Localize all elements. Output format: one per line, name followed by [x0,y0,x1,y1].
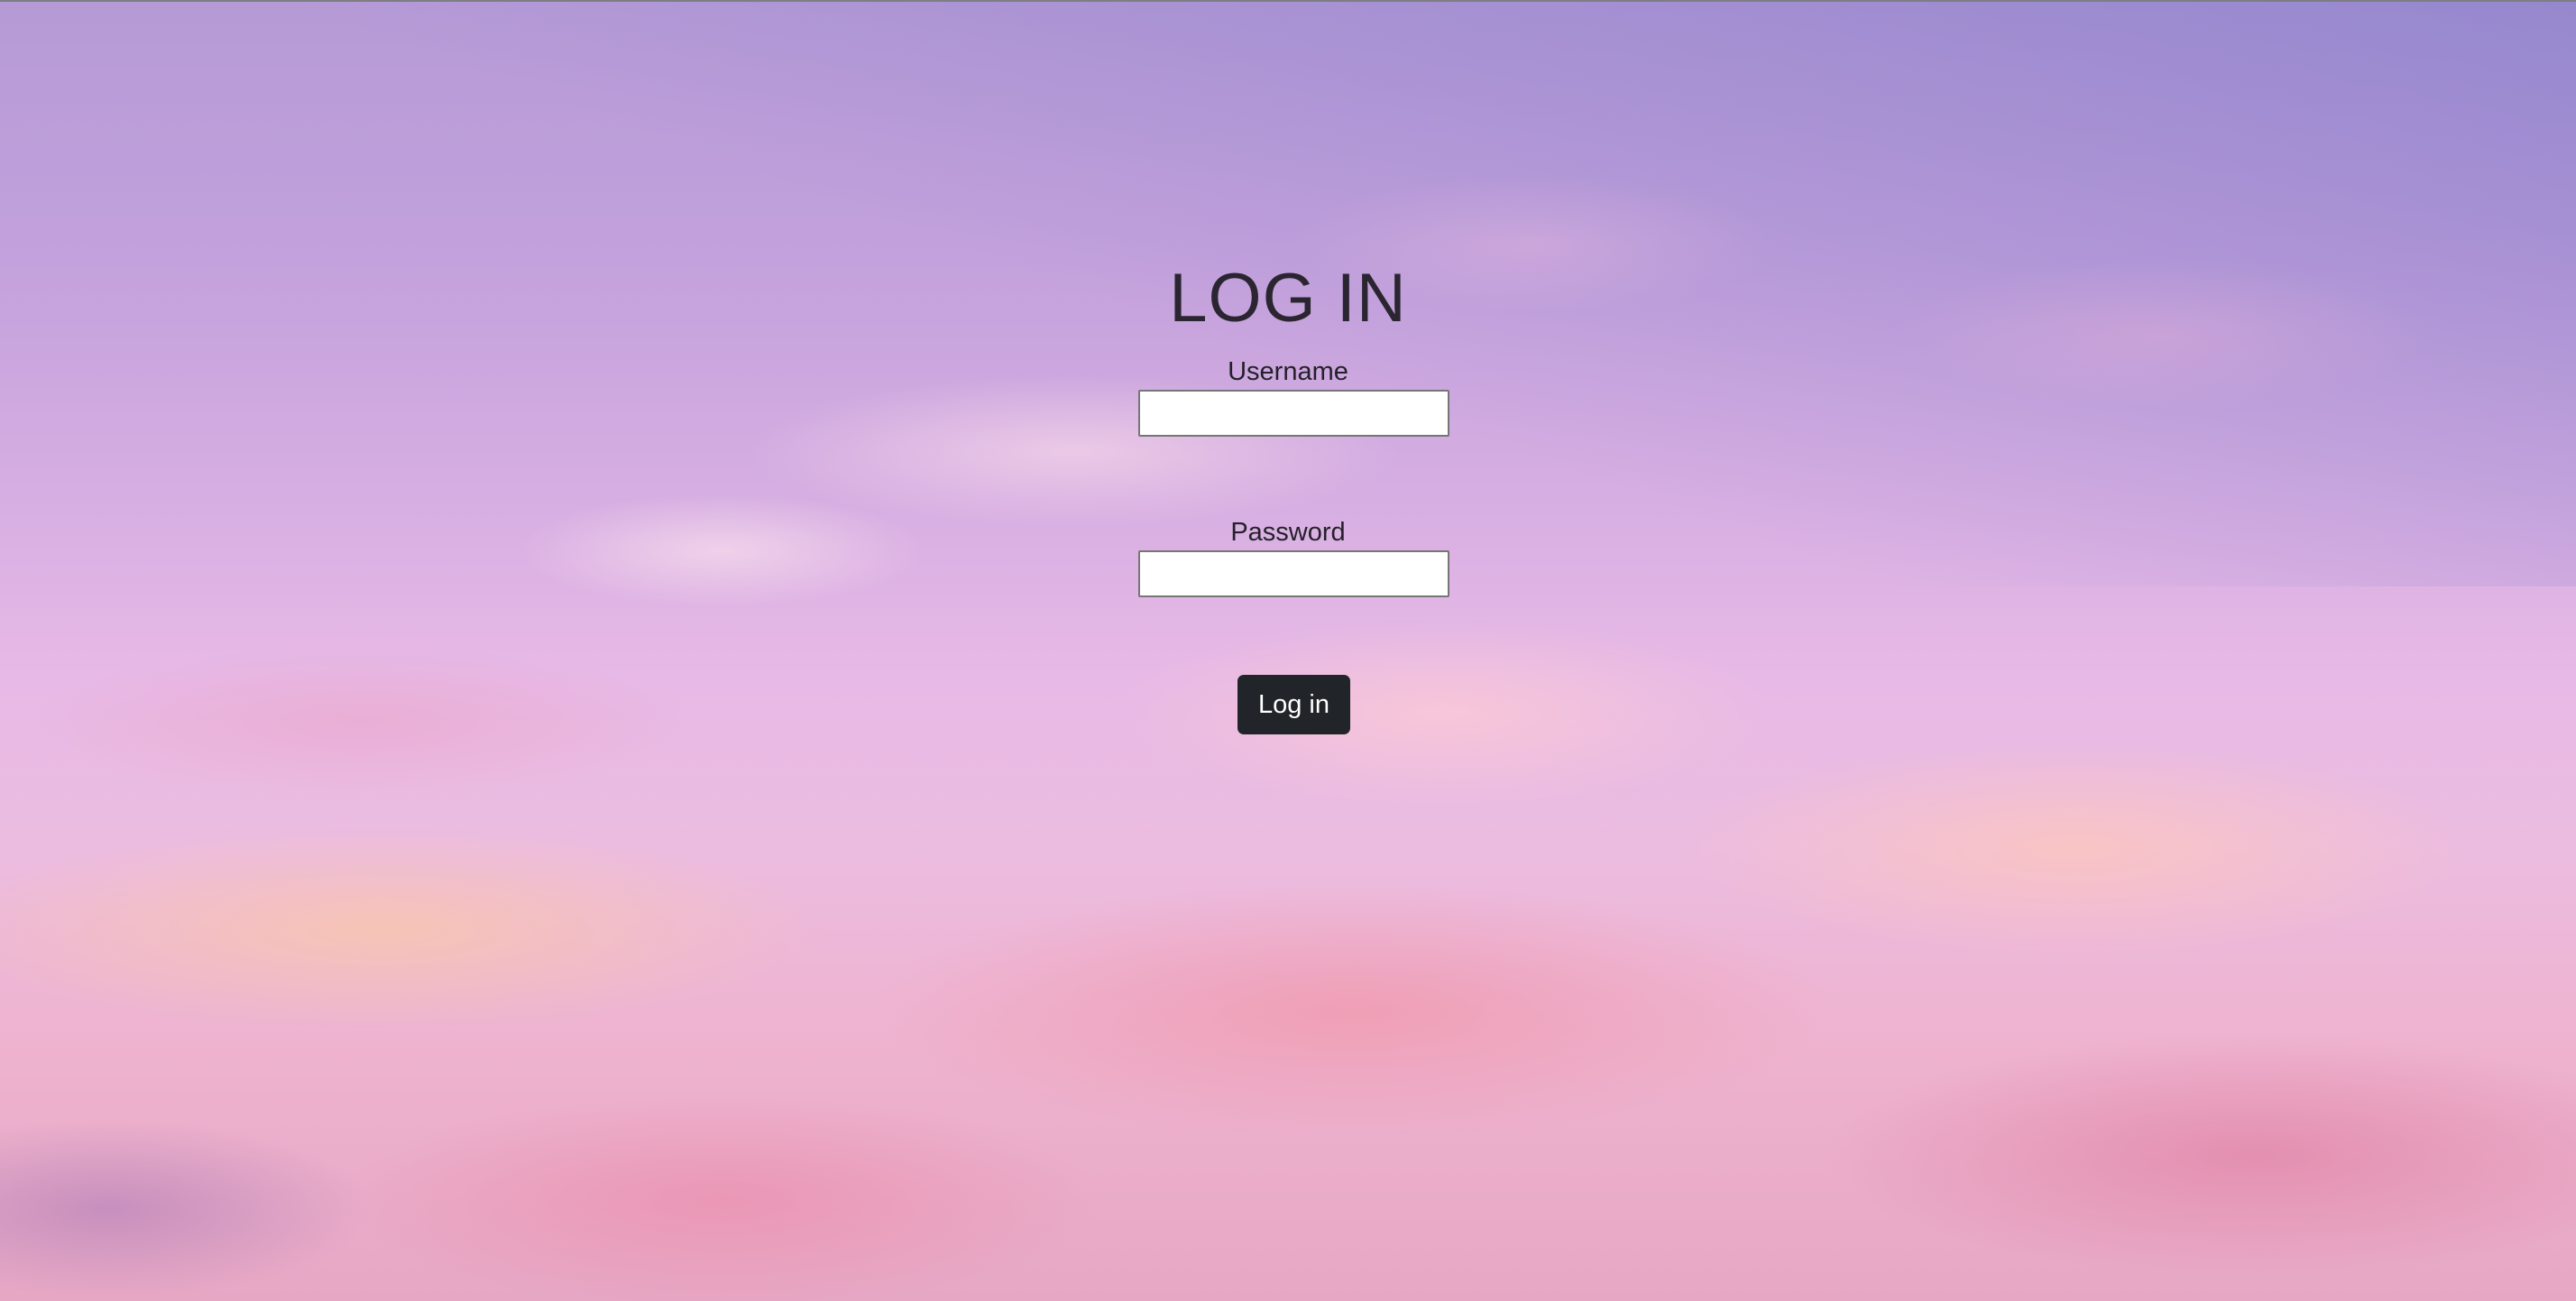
username-input[interactable] [1138,390,1449,437]
page-title: LOG IN [1169,260,1407,337]
username-label: Username [1228,357,1348,386]
sky-background-image [0,0,2576,1301]
password-label: Password [1230,518,1346,547]
login-button[interactable]: Log in [1237,675,1350,734]
top-border [0,0,2576,2]
password-input[interactable] [1138,550,1449,597]
